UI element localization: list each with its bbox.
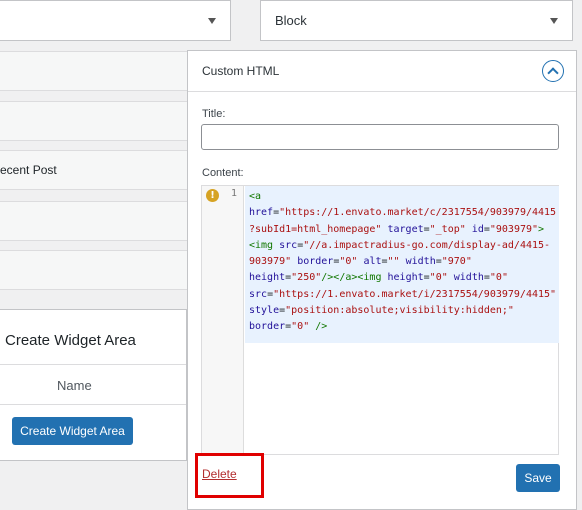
save-button[interactable]: Save	[516, 464, 560, 492]
block-select-value: Block	[275, 13, 307, 28]
highlight-box	[195, 453, 264, 498]
create-widget-area-button[interactable]: Create Widget Area	[12, 417, 133, 445]
widget-title: Custom HTML	[202, 64, 280, 78]
content-label: Content:	[202, 167, 244, 179]
chevron-down-icon	[208, 17, 216, 24]
collapse-toggle-icon[interactable]	[542, 60, 564, 82]
code-content[interactable]: <a href="https://1.envato.market/c/23175…	[245, 186, 559, 343]
name-column-header: Name	[57, 378, 92, 393]
line-number: 1	[231, 188, 238, 199]
widget-row-recent-post[interactable]: ecent Post	[0, 150, 187, 190]
title-input[interactable]	[201, 124, 559, 150]
widget-row[interactable]	[0, 201, 187, 241]
widget-header[interactable]: Custom HTML	[188, 51, 576, 92]
create-widget-area-title: Create Widget Area	[5, 332, 136, 349]
sidebar-select[interactable]	[0, 0, 231, 41]
block-select[interactable]: Block	[260, 0, 573, 41]
code-editor[interactable]: ! 1 <a href="https://1.envato.market/c/2…	[201, 185, 559, 455]
warning-icon[interactable]: !	[206, 189, 219, 202]
widget-row[interactable]	[0, 101, 187, 141]
widget-row-label: ecent Post	[0, 163, 57, 177]
title-label: Title:	[202, 108, 226, 120]
widget-row[interactable]	[0, 250, 187, 290]
chevron-down-icon	[550, 17, 558, 24]
widget-row[interactable]	[0, 51, 187, 91]
editor-gutter: ! 1	[202, 186, 244, 454]
divider	[0, 404, 186, 405]
divider	[0, 364, 186, 365]
custom-html-widget: Custom HTML Title: Content: ! 1 <a href=…	[187, 50, 577, 510]
create-widget-area-panel: Create Widget Area Name Create Widget Ar…	[0, 309, 187, 461]
